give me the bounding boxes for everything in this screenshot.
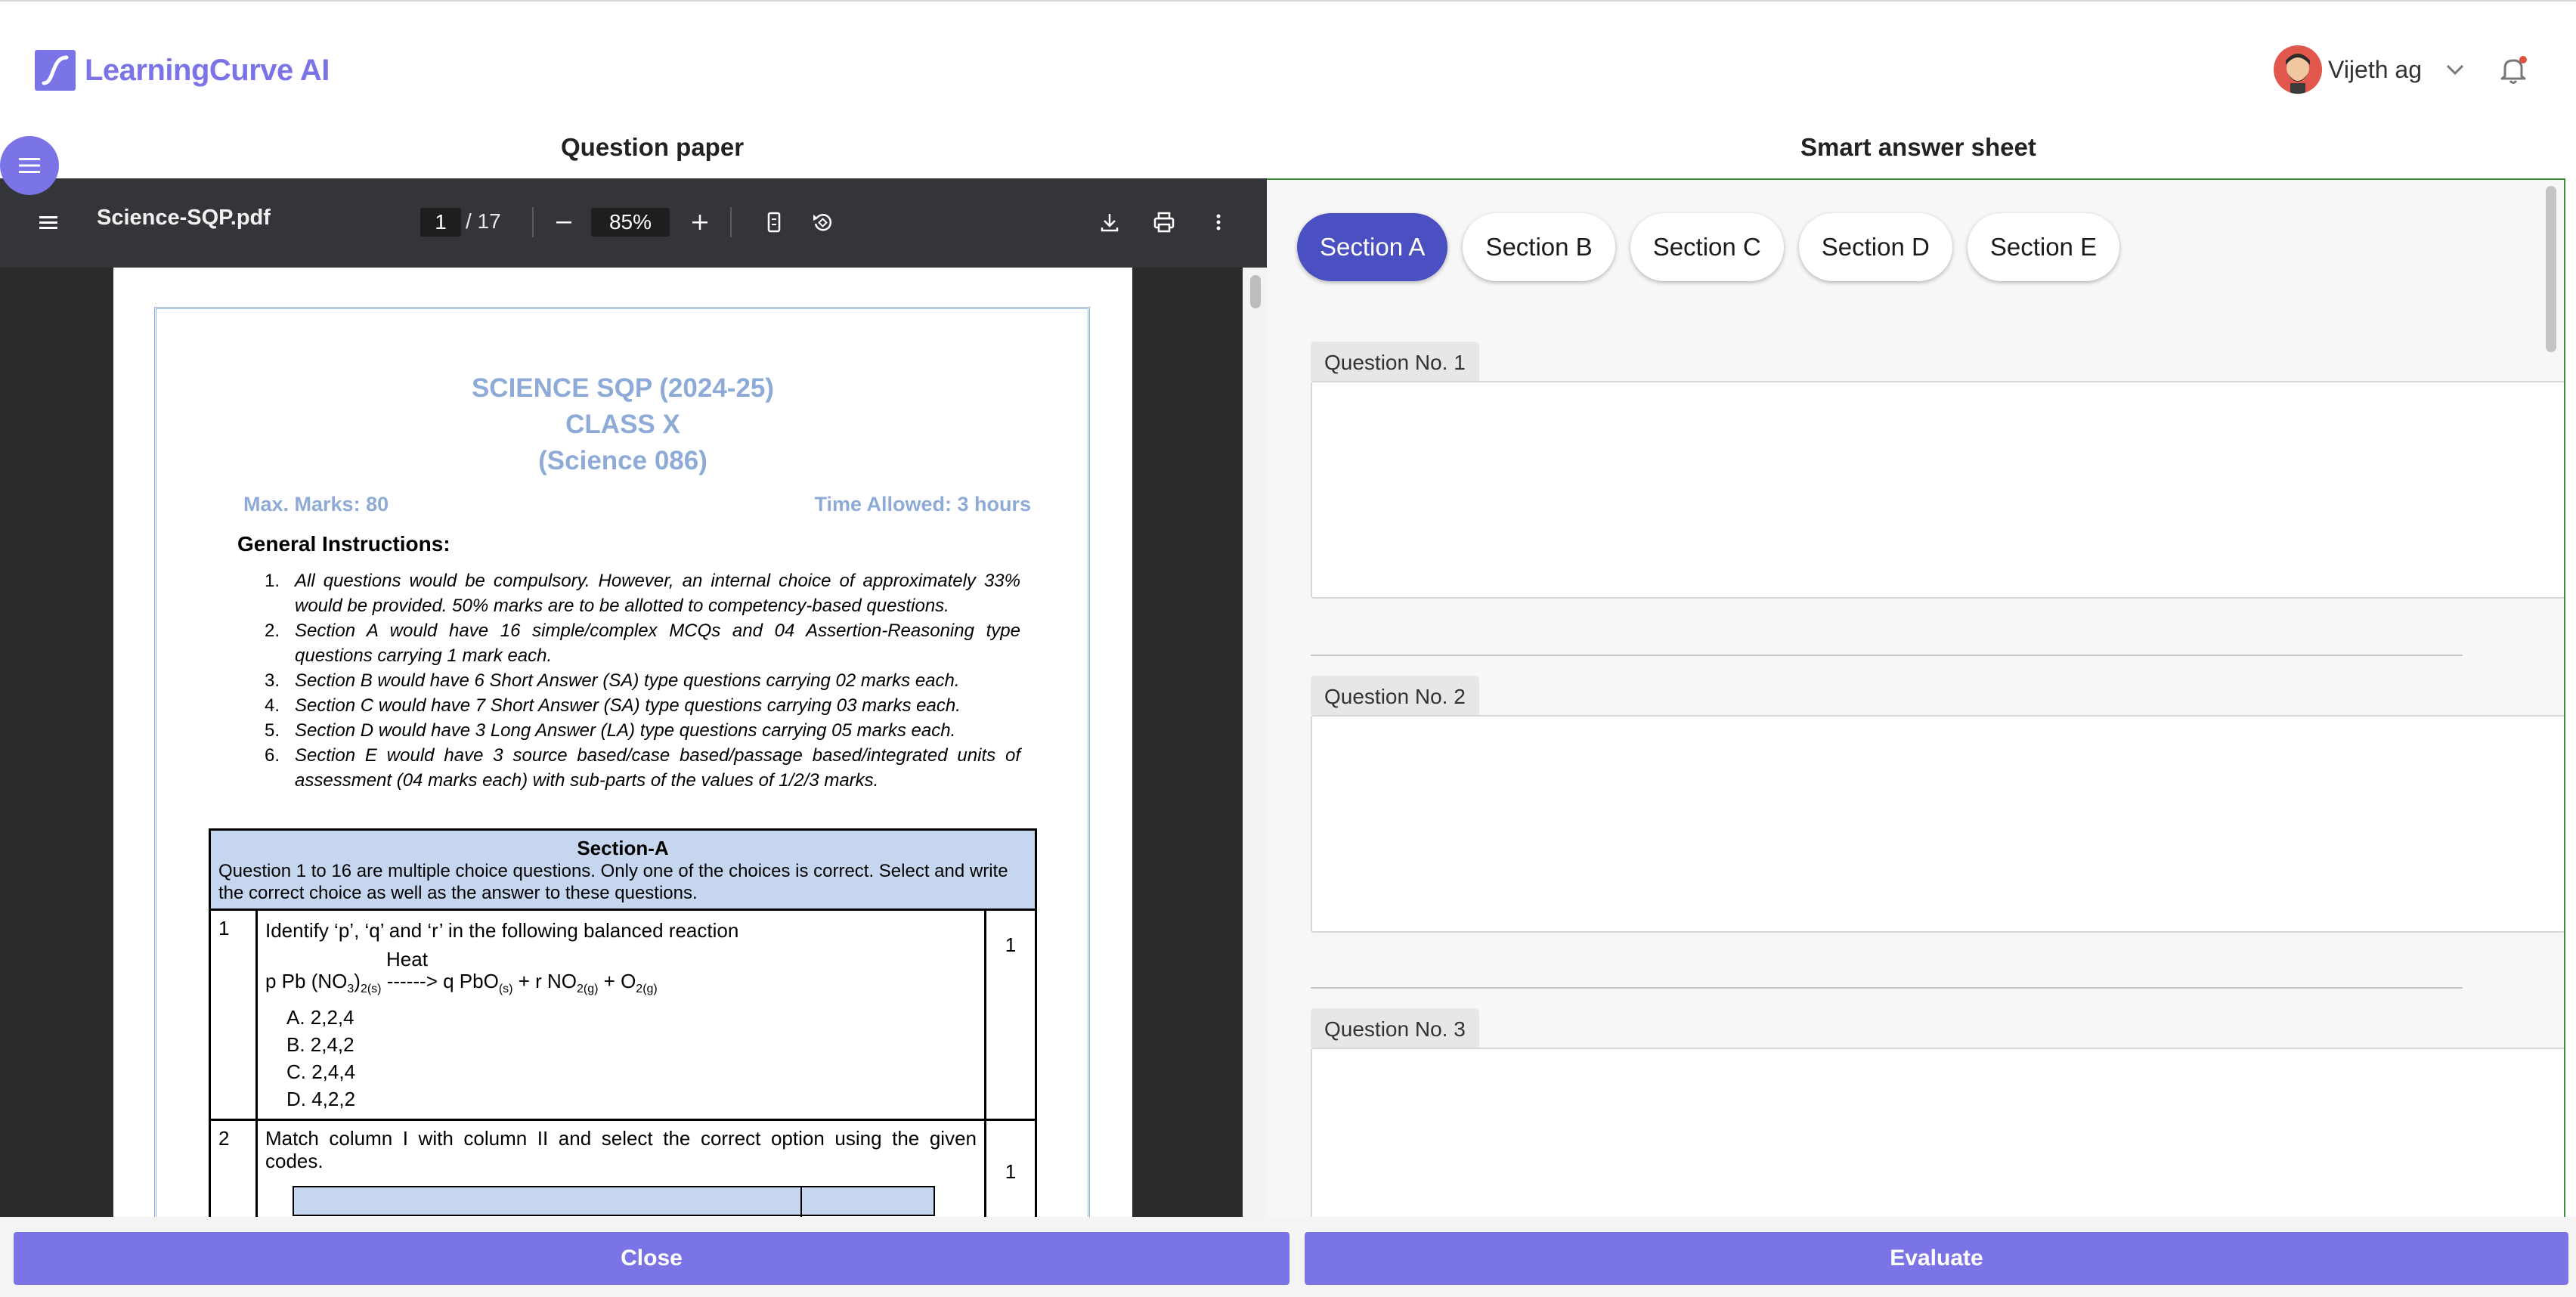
time-allowed: Time Allowed: 3 hours: [814, 493, 1031, 515]
instruction-item: 6. Section E would have 3 source based/ca…: [265, 745, 1020, 791]
option-b: B. 2,4,2: [286, 1033, 355, 1057]
options-list: A. 2,2,4 B. 2,4,2 C. 2,4,4 D. 4,2,2: [265, 1004, 977, 1113]
reaction-equation: p Pb (NO3)2(s) ------> q PbO(s) + r NO2(…: [265, 970, 658, 996]
instruction-item: 3. Section B would have 6 Short Answer (S…: [265, 670, 960, 691]
doc-subject: (Science 086): [538, 446, 707, 475]
rotate-icon[interactable]: [807, 207, 838, 237]
print-icon[interactable]: [1149, 207, 1179, 237]
question-paper-title: Question paper: [561, 133, 745, 161]
close-button[interactable]: Close: [14, 1232, 1290, 1285]
section-a-table: Section-A Question 1 to 16 are multiple …: [209, 828, 1037, 1217]
page-total: / 17: [466, 209, 501, 233]
brand-logo[interactable]: LearningCurve AI: [35, 50, 330, 91]
pdf-toolbar: Science-SQP.pdf 1 / 17 85%: [0, 178, 1267, 268]
question-block-1: Question No. 1: [1311, 342, 2564, 599]
question-marks: 1: [1005, 1159, 1017, 1183]
bell-icon[interactable]: [2496, 52, 2531, 87]
instruction-item: 1. All questions would be compulsory. How…: [265, 571, 1020, 616]
section-tabs: Section A Section B Section C Section D …: [1297, 213, 2135, 281]
instructions-list: 1. All questions would be compulsory. How…: [265, 568, 1020, 793]
pdf-scrollbar-thumb[interactable]: [1250, 275, 1261, 308]
user-name: Vijeth ag: [2328, 55, 2422, 83]
question-text: Match column I with column II and select…: [265, 1127, 977, 1173]
pdf-filename: Science-SQP.pdf: [97, 206, 271, 230]
answer-input-3[interactable]: [1311, 1048, 2564, 1217]
tab-section-c[interactable]: Section C: [1630, 213, 1784, 281]
question-label: Question No. 3: [1311, 1008, 1479, 1048]
toolbar-divider: [532, 207, 534, 237]
fit-page-icon[interactable]: [759, 207, 789, 237]
question-divider: [1311, 987, 2463, 989]
section-title: Section-A: [577, 837, 669, 859]
question-number: 1: [211, 911, 258, 1119]
question-block-3: Question No. 3: [1311, 1008, 2564, 1217]
footer-bar: Close Evaluate: [0, 1217, 2576, 1297]
section-header: Section-A Question 1 to 16 are multiple …: [211, 831, 1035, 911]
question-number: 2: [211, 1121, 258, 1217]
section-description: Question 1 to 16 are multiple choice que…: [218, 861, 1008, 903]
tab-section-b[interactable]: Section B: [1463, 213, 1615, 281]
download-icon[interactable]: [1094, 207, 1125, 237]
question-row: 2 Match column I with column II and sele…: [211, 1121, 1035, 1217]
option-a: A. 2,2,4: [286, 1006, 355, 1029]
question-text: Identify ‘p’, ‘q’ and ‘r’ in the followi…: [265, 919, 739, 942]
brand-name: LearningCurve AI: [85, 53, 330, 87]
question-label: Question No. 2: [1311, 676, 1479, 715]
user-menu[interactable]: Vijeth ag: [2274, 45, 2531, 94]
match-table-header: [293, 1186, 935, 1217]
reaction-heat-label: Heat: [386, 948, 428, 970]
answer-scrollbar-thumb[interactable]: [2546, 186, 2556, 352]
doc-class: CLASS X: [565, 410, 680, 439]
zoom-level-input[interactable]: 85%: [591, 208, 670, 237]
option-c: C. 2,4,4: [286, 1060, 356, 1084]
tab-section-d[interactable]: Section D: [1798, 213, 1952, 281]
question-block-2: Question No. 2: [1311, 676, 2564, 933]
pdf-scrollbar[interactable]: [1243, 268, 1267, 1217]
tab-section-a[interactable]: Section A: [1297, 213, 1448, 281]
option-d: D. 4,2,2: [286, 1088, 356, 1111]
zoom-in-icon[interactable]: [685, 207, 715, 237]
question-divider: [1311, 655, 2463, 656]
instruction-item: 4. Section C would have 7 Short Answer (S…: [265, 695, 961, 716]
instruction-item: 2. Section A would have 16 simple/complex…: [265, 621, 1020, 666]
answer-sheet-title: Smart answer sheet: [1800, 133, 2036, 161]
instruction-item: 5. Section D would have 3 Long Answer (LA…: [265, 720, 956, 741]
app-header: LearningCurve AI Vijeth ag: [0, 2, 2576, 141]
general-instructions-heading: General Instructions:: [237, 532, 450, 556]
hamburger-icon: [19, 158, 40, 173]
zoom-out-icon[interactable]: [549, 207, 579, 237]
sidebar-toggle-button[interactable]: [0, 136, 59, 195]
answer-sheet-pane: Section A Section B Section C Section D …: [1267, 178, 2565, 1217]
pdf-page: SCIENCE SQP (2024-25) CLASS X (Science 0…: [113, 268, 1132, 1217]
answer-input-1[interactable]: [1311, 381, 2564, 599]
avatar[interactable]: [2274, 45, 2323, 94]
pdf-viewer: Science-SQP.pdf 1 / 17 85% SCIENCE SQP (…: [0, 178, 1267, 1217]
question-body: Identify ‘p’, ‘q’ and ‘r’ in the followi…: [258, 911, 986, 1119]
question-marks: 1: [1005, 933, 1017, 956]
question-body: Match column I with column II and select…: [258, 1121, 986, 1217]
question-row: 1 Identify ‘p’, ‘q’ and ‘r’ in the follo…: [211, 911, 1035, 1122]
chevron-down-icon[interactable]: [2443, 57, 2467, 82]
menu-icon[interactable]: [33, 207, 63, 237]
max-marks: Max. Marks: 80: [243, 493, 389, 515]
page-number-input[interactable]: 1: [420, 208, 461, 237]
logo-icon: [35, 50, 76, 91]
more-vert-icon[interactable]: [1203, 207, 1234, 237]
answer-input-2[interactable]: [1311, 715, 2564, 933]
tab-section-e[interactable]: Section E: [1967, 213, 2120, 281]
toolbar-divider: [730, 207, 732, 237]
question-label: Question No. 1: [1311, 342, 1479, 381]
doc-title: SCIENCE SQP (2024-25): [471, 373, 775, 403]
evaluate-button[interactable]: Evaluate: [1305, 1232, 2568, 1285]
